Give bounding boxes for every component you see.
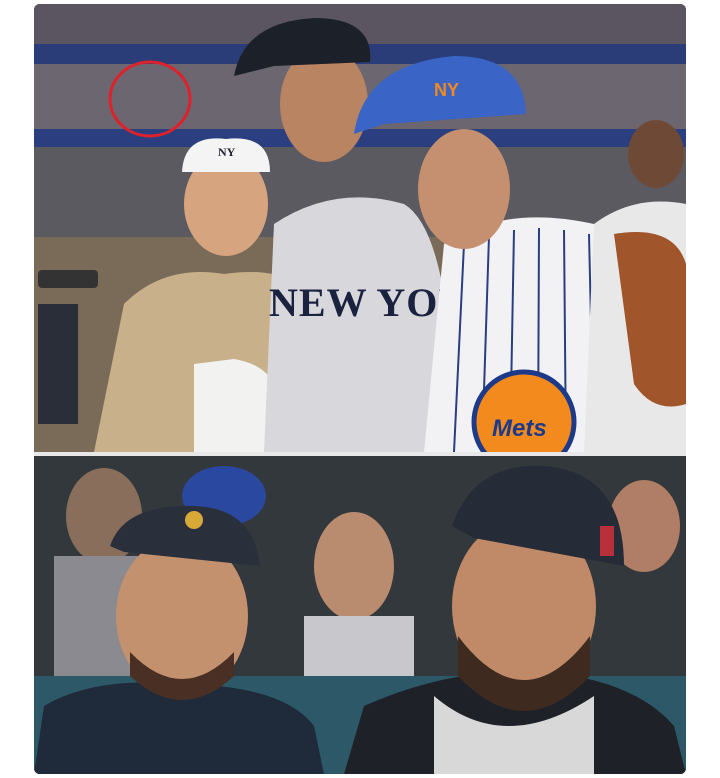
crowd-person-center: [314, 512, 394, 620]
woman-top: [194, 359, 274, 452]
camera: [38, 270, 98, 288]
top-photo: NY NEW YORK Mets NY: [34, 4, 686, 452]
photographer: [38, 304, 78, 424]
mets-man-face: [418, 129, 510, 249]
left-man-cap-logo: [185, 511, 203, 529]
right-man-cap-emblem: [600, 526, 614, 556]
woman-cap-logo: NY: [218, 145, 236, 159]
right-player-face: [628, 120, 684, 188]
mets-cap-logo: NY: [434, 80, 459, 100]
bottom-photo-scene: [34, 456, 686, 774]
meme-image: NY NEW YORK Mets NY: [34, 4, 686, 774]
mets-patch-text: Mets: [492, 415, 547, 442]
bottom-photo: [34, 456, 686, 774]
top-photo-scene: NY NEW YORK Mets NY: [34, 4, 686, 452]
